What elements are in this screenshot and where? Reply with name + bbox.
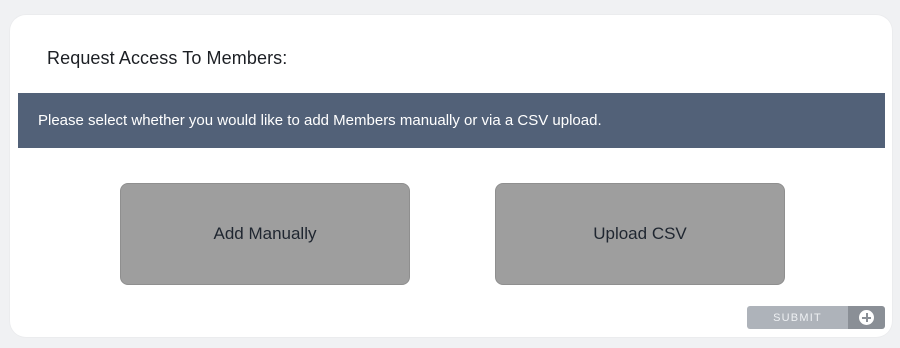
submit-label: SUBMIT xyxy=(747,306,848,329)
submit-icon-container xyxy=(848,306,885,329)
submit-button[interactable]: SUBMIT xyxy=(747,306,885,329)
add-manually-label: Add Manually xyxy=(213,224,317,243)
info-text: Please select whether you would like to … xyxy=(38,112,602,129)
add-manually-button[interactable]: Add Manually xyxy=(120,183,410,285)
upload-csv-label: Upload CSV xyxy=(593,224,687,243)
page-title: Request Access To Members: xyxy=(47,48,288,68)
upload-csv-button[interactable]: Upload CSV xyxy=(495,183,785,285)
info-banner: Please select whether you would like to … xyxy=(18,93,885,148)
plus-circle-icon xyxy=(859,310,874,325)
request-access-card: Request Access To Members: Please select… xyxy=(10,15,892,337)
